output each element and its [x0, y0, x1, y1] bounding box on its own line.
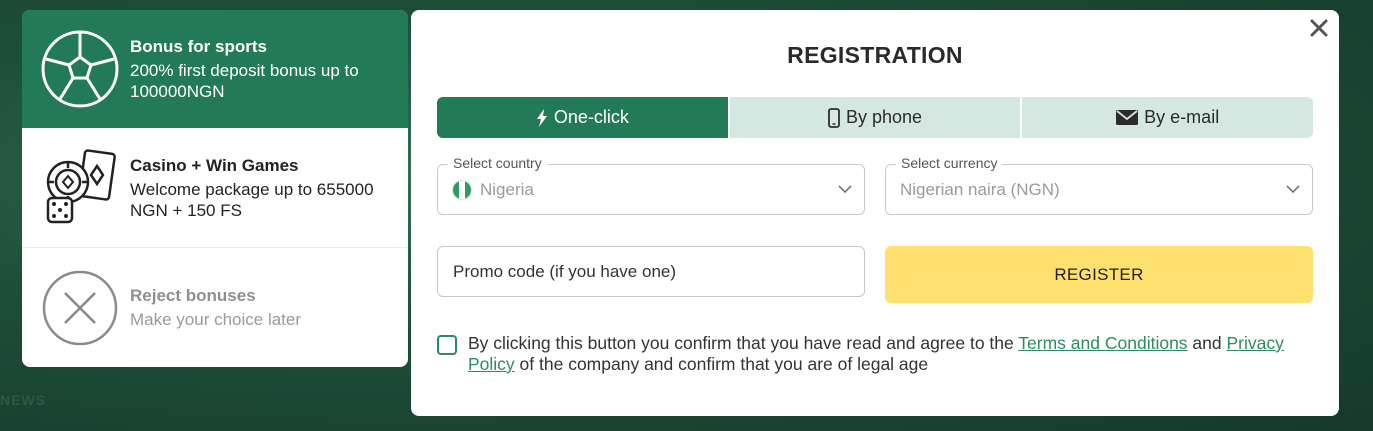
bonus-description: Make your choice later	[130, 310, 302, 329]
bonus-option-reject[interactable]: Reject bonuses Make your choice later	[22, 248, 408, 367]
promo-code-input[interactable]	[437, 246, 865, 297]
terms-link[interactable]: Terms and Conditions	[1018, 333, 1187, 353]
chevron-down-icon	[1286, 185, 1300, 194]
envelope-icon	[1116, 110, 1139, 125]
country-select[interactable]: Select country Nigeria	[437, 155, 865, 215]
bonus-title: Bonus for sports	[130, 37, 267, 56]
consent-text: By clicking this button you confirm that…	[468, 333, 1315, 375]
background-ghost-text: NEWS	[0, 392, 46, 408]
currency-value: Nigerian naira (NGN)	[900, 180, 1060, 199]
chevron-down-icon	[838, 185, 852, 194]
close-icon[interactable]	[1309, 18, 1329, 38]
tab-label: By e-mail	[1144, 107, 1220, 127]
bonus-description: 200% first deposit bonus up to 100000NGN	[130, 61, 359, 101]
bonus-title: Reject bonuses	[130, 286, 256, 305]
tab-by-email[interactable]: By e-mail	[1020, 97, 1313, 138]
consent-checkbox[interactable]	[437, 335, 457, 355]
currency-select-label: Select currency	[896, 155, 1003, 171]
currency-select[interactable]: Select currency Nigerian naira (NGN)	[885, 155, 1313, 215]
tab-by-phone[interactable]: By phone	[727, 97, 1021, 138]
country-value: Nigeria	[480, 180, 534, 199]
modal-title: REGISTRATION	[787, 42, 963, 68]
bonus-description: Welcome package up to 655000 NGN + 150 F…	[130, 179, 374, 220]
bonus-option-sports[interactable]: Bonus for sports 200% first deposit bonu…	[22, 10, 408, 128]
reject-x-icon	[42, 270, 118, 345]
soccer-ball-icon	[41, 30, 119, 108]
tab-label: One-click	[553, 107, 629, 127]
bonus-title: Casino + Win Games	[130, 155, 299, 175]
consent-block: By clicking this button you confirm that…	[437, 333, 1315, 375]
consent-text-before: By clicking this button you confirm that…	[468, 333, 1019, 353]
registration-modal: REGISTRATION One-click By phone By e-mai…	[411, 10, 1339, 416]
consent-text-and: and	[1187, 333, 1227, 353]
lightning-icon	[536, 108, 547, 127]
phone-icon	[828, 107, 840, 128]
tab-label: By phone	[845, 107, 923, 127]
casino-icon	[46, 148, 116, 223]
register-button[interactable]: REGISTER	[885, 246, 1313, 303]
country-select-label: Select country	[448, 155, 547, 171]
bonus-panel: Bonus for sports 200% first deposit bonu…	[22, 10, 408, 367]
tab-one-click[interactable]: One-click	[437, 97, 728, 138]
consent-text-after: of the company and confirm that you are …	[514, 354, 929, 374]
registration-tabs: One-click By phone By e-mail	[437, 97, 1313, 138]
nigeria-flag-icon	[452, 180, 472, 200]
bonus-option-casino[interactable]: Casino + Win Games Welcome package up to…	[22, 128, 408, 248]
